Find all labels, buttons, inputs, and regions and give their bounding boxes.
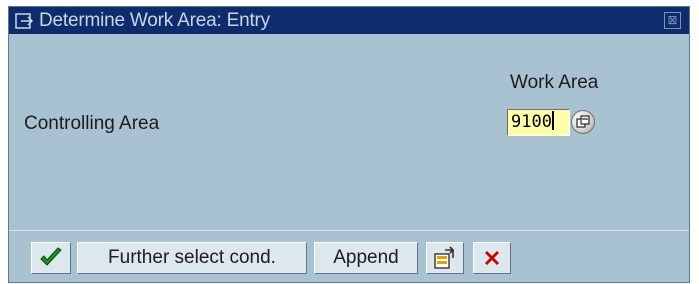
checkmark-icon [40,247,62,266]
cancel-button[interactable] [473,242,511,274]
dialog-content: Work Area Controlling Area 9100 [9,34,689,230]
further-select-cond-button[interactable]: Further select cond. [77,242,307,274]
window-title: Determine Work Area: Entry [39,10,270,31]
append-button[interactable]: Append [314,242,418,274]
dialog-window: Determine Work Area: Entry ⊠ Work Area C… [8,6,690,283]
multiple-selection-icon [434,246,455,269]
multiple-selection-button[interactable] [426,242,464,274]
dialog-toolbar: Further select cond. Append [9,230,689,282]
text-cursor [551,111,554,130]
column-header-work-area: Work Area [510,72,599,93]
title-bar: Determine Work Area: Entry ⊠ [9,7,689,34]
controlling-area-label: Controlling Area [24,113,160,134]
close-icon[interactable]: ⊠ [664,12,681,29]
controlling-area-value: 9100 [511,112,552,132]
value-help-button[interactable] [571,110,595,134]
controlling-area-input[interactable]: 9100 [507,109,570,136]
dialog-arrow-icon [13,10,35,32]
cancel-icon [485,251,499,265]
continue-button[interactable] [31,242,71,274]
value-help-icon [576,115,590,128]
